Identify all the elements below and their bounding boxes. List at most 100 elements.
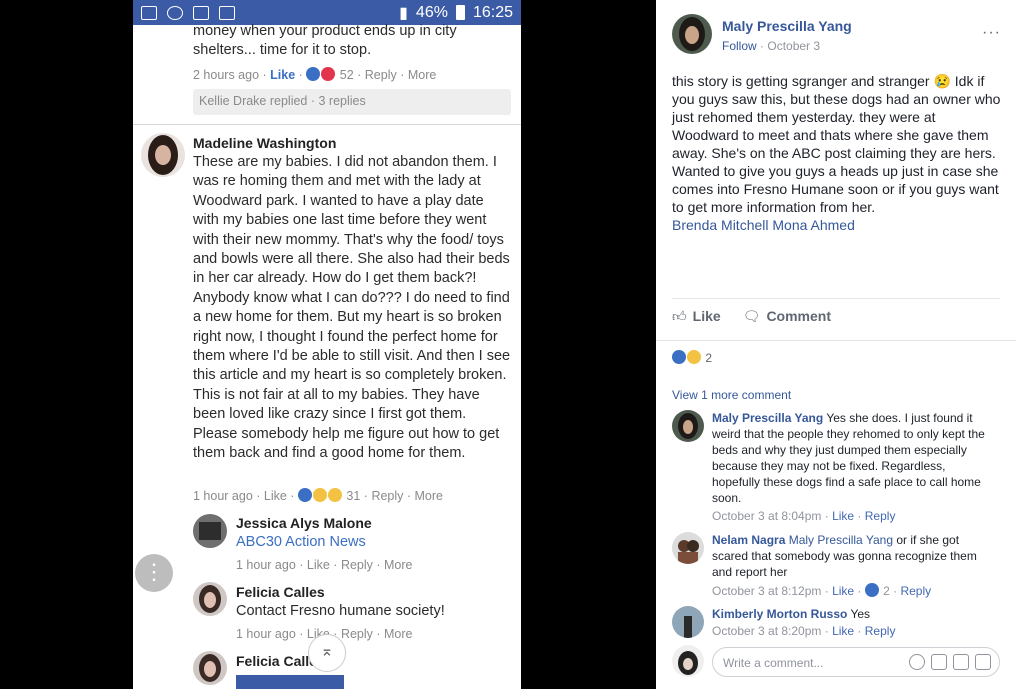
avatar[interactable] bbox=[672, 606, 704, 638]
notification-icon bbox=[141, 5, 157, 20]
comment-time[interactable]: October 3 at 8:12pm bbox=[712, 584, 821, 598]
like-label: Like bbox=[692, 308, 721, 324]
love-reaction-icon bbox=[321, 67, 336, 81]
post-reactions[interactable]: 2 bbox=[672, 350, 712, 365]
wow-reaction-icon bbox=[327, 488, 342, 502]
view-more-comments-link[interactable]: View 1 more comment bbox=[672, 388, 791, 402]
reply-link[interactable]: Reply bbox=[365, 68, 397, 82]
comment-author[interactable]: Madeline Washington bbox=[193, 135, 336, 151]
comment: Kimberly Morton Russo Yes bbox=[712, 606, 990, 622]
sad-reaction-icon bbox=[312, 488, 327, 502]
post-options-icon[interactable]: ··· bbox=[982, 24, 1001, 42]
comment-meta: 1 hour ago · Like · 31 · Reply · More bbox=[193, 488, 443, 503]
post-subline: Follow · October 3 bbox=[722, 39, 821, 53]
reply-text: Contact Fresno humane society! bbox=[236, 603, 445, 619]
gallery-icon bbox=[219, 5, 235, 20]
signal-icon: ▮ bbox=[399, 4, 408, 22]
reply-link[interactable]: Reply bbox=[865, 509, 896, 523]
write-comment-placeholder: Write a comment... bbox=[723, 656, 824, 670]
post-text: this story is getting sgranger and stran… bbox=[672, 73, 1001, 215]
reply-link-text[interactable]: ABC30 Action News bbox=[236, 533, 366, 552]
reply-author[interactable]: Jessica Alys Malone bbox=[236, 515, 372, 531]
comment-meta: October 3 at 8:04pm · Like · Reply bbox=[712, 509, 896, 523]
reply-time: 1 hour ago bbox=[236, 558, 296, 572]
tagged-people[interactable]: Brenda Mitchell Mona Ahmed bbox=[672, 216, 1004, 234]
comment-text: These are my babies. I did not abandon t… bbox=[193, 154, 511, 462]
more-link[interactable]: More bbox=[384, 558, 412, 572]
reaction-count: 52 bbox=[339, 68, 354, 82]
comment-meta: October 3 at 8:20pm · Like · Reply bbox=[712, 624, 896, 638]
thumbs-up-icon: 👍︎ bbox=[672, 308, 687, 324]
comment-text: Yes bbox=[850, 607, 871, 621]
sticker-icon[interactable] bbox=[975, 654, 991, 670]
comment: Nelam Nagra Maly Prescilla Yang or if sh… bbox=[712, 532, 990, 580]
battery-percent: 46% bbox=[415, 3, 448, 21]
reaction-count: 2 bbox=[705, 351, 713, 365]
comment-author[interactable]: Kimberly Morton Russo bbox=[712, 607, 847, 621]
post-date[interactable]: October 3 bbox=[767, 39, 820, 53]
gif-icon[interactable] bbox=[953, 654, 969, 670]
avatar[interactable] bbox=[193, 651, 227, 685]
write-comment-input[interactable]: Write a comment... bbox=[712, 647, 1000, 677]
follow-link[interactable]: Follow bbox=[722, 39, 757, 53]
attachment-thumbnail[interactable] bbox=[236, 675, 344, 689]
reply-meta: 1 hour ago · Like · Reply · More bbox=[236, 558, 413, 572]
avatar[interactable] bbox=[193, 514, 227, 548]
prev-comment-text: money when your product ends up in city … bbox=[193, 23, 457, 59]
comment-input-tools bbox=[909, 654, 991, 670]
comment-time[interactable]: October 3 at 8:20pm bbox=[712, 624, 821, 638]
prev-comment-meta: 2 hours ago · Like · 52 · Reply · More bbox=[193, 67, 437, 82]
like-reaction-icon bbox=[672, 350, 686, 364]
messenger-icon bbox=[167, 5, 183, 20]
mail-icon bbox=[193, 5, 209, 20]
post-body: this story is getting sgranger and stran… bbox=[672, 72, 1004, 234]
more-options-button[interactable]: ⋮ bbox=[135, 554, 173, 592]
avatar[interactable] bbox=[672, 532, 704, 564]
clock: 16:25 bbox=[472, 3, 513, 21]
like-reaction-icon bbox=[864, 583, 879, 597]
like-link[interactable]: Like bbox=[832, 509, 854, 523]
comment: Maly Prescilla Yang Yes she does. I just… bbox=[712, 410, 990, 506]
avatar[interactable] bbox=[672, 14, 712, 54]
comment-time[interactable]: October 3 at 8:04pm bbox=[712, 509, 821, 523]
avatar[interactable] bbox=[193, 582, 227, 616]
reply-link[interactable]: Reply bbox=[371, 489, 403, 503]
avatar[interactable] bbox=[672, 410, 704, 442]
comment-label: Comment bbox=[766, 308, 831, 324]
like-button[interactable]: 👍︎ Like bbox=[672, 308, 721, 325]
reply-link[interactable]: Reply bbox=[341, 558, 373, 572]
avatar[interactable] bbox=[141, 133, 185, 177]
more-link[interactable]: More bbox=[408, 68, 436, 82]
reaction-count: 31 bbox=[346, 489, 361, 503]
like-link[interactable]: Like bbox=[832, 624, 854, 638]
comment-author[interactable]: Nelam Nagra bbox=[712, 533, 785, 547]
like-link[interactable]: Like bbox=[264, 489, 287, 503]
comment-author[interactable]: Maly Prescilla Yang bbox=[712, 411, 823, 425]
post-author[interactable]: Maly Prescilla Yang bbox=[722, 18, 852, 34]
reply-time: 1 hour ago bbox=[236, 627, 296, 641]
replies-summary[interactable]: Kellie Drake replied · 3 replies bbox=[193, 89, 511, 115]
scroll-to-top-button[interactable]: ⌅ bbox=[308, 634, 346, 672]
camera-icon[interactable] bbox=[931, 654, 947, 670]
more-link[interactable]: More bbox=[415, 489, 443, 503]
like-link[interactable]: Like bbox=[307, 558, 330, 572]
reply-link[interactable]: Reply bbox=[865, 624, 896, 638]
divider bbox=[672, 298, 1000, 299]
like-link[interactable]: Like bbox=[832, 584, 854, 598]
comment-time: 2 hours ago bbox=[193, 68, 260, 82]
like-reaction-icon bbox=[306, 67, 321, 81]
reply-author[interactable]: Felicia Calles bbox=[236, 584, 325, 600]
comment-button[interactable]: 🗨︎ Comment bbox=[743, 308, 831, 325]
divider bbox=[133, 124, 521, 125]
comment-text: Yes she does. I just found it weird that… bbox=[712, 411, 985, 505]
like-link[interactable]: Like bbox=[270, 68, 295, 82]
tagged-person[interactable]: Maly Prescilla Yang bbox=[789, 533, 893, 547]
like-reaction-icon bbox=[297, 488, 312, 502]
reply-link[interactable]: Reply bbox=[900, 584, 931, 598]
emoji-icon[interactable] bbox=[909, 654, 925, 670]
more-link[interactable]: More bbox=[384, 627, 412, 641]
reaction-count: 2 bbox=[883, 584, 890, 598]
post-actions: 👍︎ Like 🗨︎ Comment bbox=[672, 308, 831, 325]
reply-link[interactable]: Reply bbox=[341, 627, 373, 641]
comment-icon: 🗨︎ bbox=[742, 308, 761, 324]
